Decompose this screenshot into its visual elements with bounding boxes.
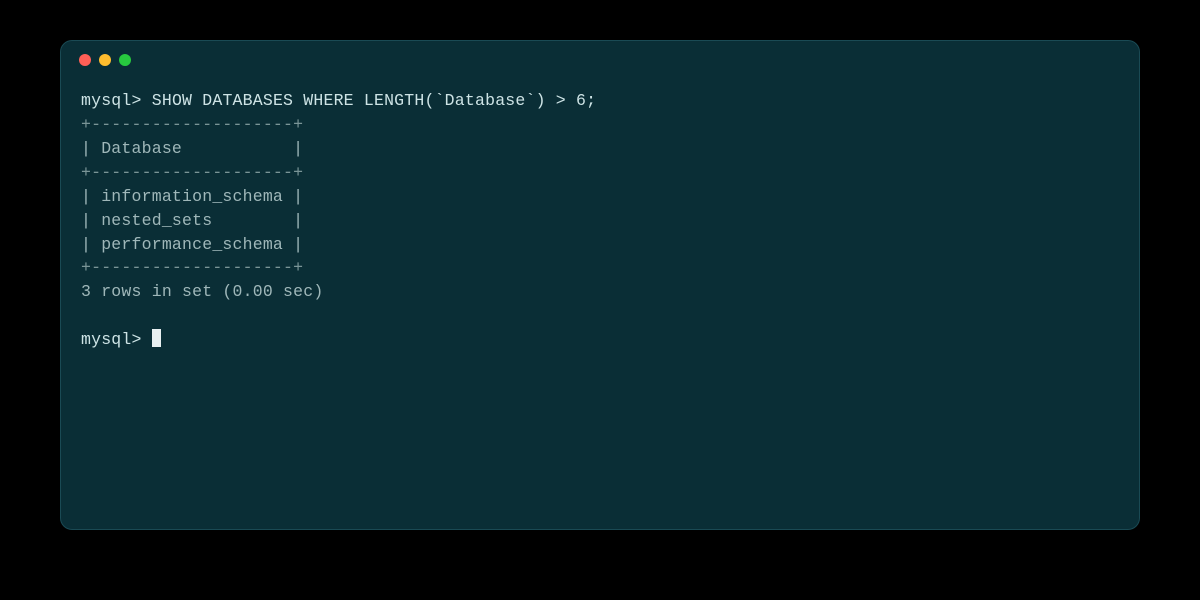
- command-text: SHOW DATABASES WHERE LENGTH(`Database`) …: [152, 91, 596, 110]
- table-row: | information_schema |: [81, 185, 1119, 209]
- table-header: | Database |: [81, 137, 1119, 161]
- command-line: mysql> SHOW DATABASES WHERE LENGTH(`Data…: [81, 89, 1119, 113]
- status-text: 3 rows in set (0.00 sec): [81, 280, 1119, 304]
- table-divider: +--------------------+: [81, 113, 1119, 137]
- blank-line: [81, 304, 1119, 328]
- prompt-text: mysql>: [81, 330, 142, 349]
- maximize-icon[interactable]: [119, 54, 131, 66]
- window-titlebar: [61, 41, 1139, 79]
- terminal-window: mysql> SHOW DATABASES WHERE LENGTH(`Data…: [60, 40, 1140, 530]
- terminal-output[interactable]: mysql> SHOW DATABASES WHERE LENGTH(`Data…: [61, 79, 1139, 372]
- cursor-icon: [152, 329, 161, 347]
- table-divider: +--------------------+: [81, 161, 1119, 185]
- table-divider: +--------------------+: [81, 256, 1119, 280]
- table-row: | nested_sets |: [81, 209, 1119, 233]
- current-prompt-line: mysql>: [81, 328, 1119, 352]
- table-row: | performance_schema |: [81, 233, 1119, 257]
- minimize-icon[interactable]: [99, 54, 111, 66]
- prompt-text: mysql>: [81, 91, 142, 110]
- close-icon[interactable]: [79, 54, 91, 66]
